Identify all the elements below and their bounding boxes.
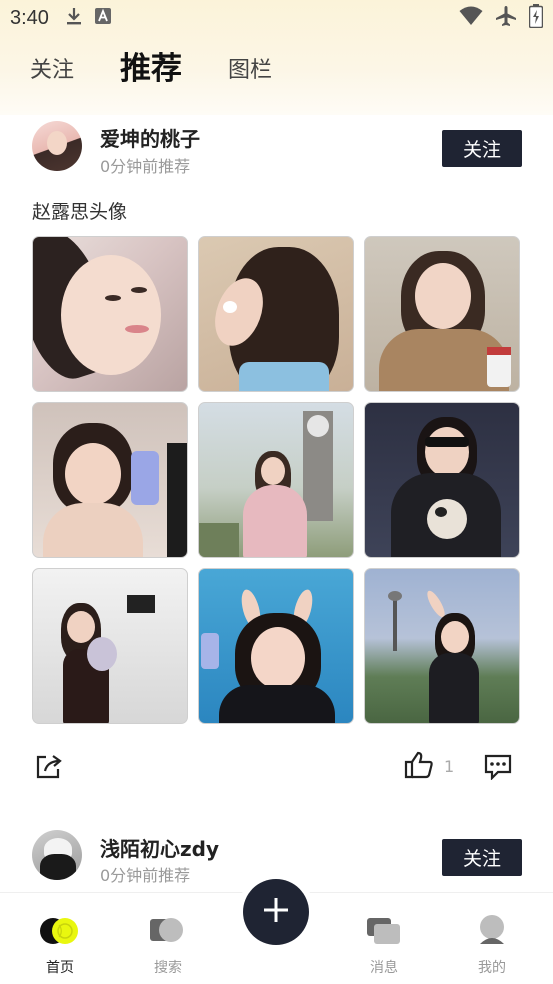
grid-image[interactable]: [32, 236, 188, 392]
grid-image[interactable]: [364, 236, 520, 392]
bottom-nav: 首页 搜索 消息 我的: [0, 879, 553, 984]
nav-home-label: 首页: [46, 960, 74, 976]
grid-image[interactable]: [32, 402, 188, 558]
nav-messages-label: 消息: [370, 960, 398, 976]
battery-icon: [528, 4, 544, 32]
post-caption: 赵露思头像: [32, 201, 128, 223]
search-icon: [128, 911, 208, 951]
post-author[interactable]: 浅陌初心zdy: [100, 833, 219, 862]
message-icon: [344, 911, 424, 951]
tab-gallery[interactable]: 图栏: [228, 52, 272, 94]
grid-image[interactable]: [364, 568, 520, 724]
tab-follow[interactable]: 关注: [30, 52, 74, 94]
nav-home[interactable]: 首页: [20, 911, 100, 977]
airplane-icon: [495, 5, 517, 31]
comment-icon[interactable]: [484, 754, 512, 784]
nav-search[interactable]: 搜索: [128, 911, 208, 977]
nav-messages[interactable]: 消息: [344, 911, 424, 977]
a-icon: [94, 8, 111, 28]
post-time: 0分钟前推荐: [100, 157, 191, 176]
avatar-face: [47, 131, 67, 155]
top-tabs: 关注 推荐 图栏: [0, 44, 272, 94]
like-count: 1: [444, 757, 455, 776]
post-time: 0分钟前推荐: [100, 866, 191, 885]
avatar[interactable]: [32, 121, 82, 171]
share-icon[interactable]: [36, 753, 64, 783]
add-post-button[interactable]: [243, 879, 309, 945]
home-icon: [20, 911, 100, 951]
like-icon[interactable]: [404, 751, 434, 783]
grid-image[interactable]: [198, 568, 354, 724]
follow-button[interactable]: 关注: [442, 130, 522, 167]
nav-profile[interactable]: 我的: [452, 911, 532, 977]
grid-image[interactable]: [364, 402, 520, 558]
grid-image[interactable]: [198, 402, 354, 558]
status-bar: 3:40: [0, 0, 553, 36]
nav-profile-label: 我的: [478, 960, 506, 976]
grid-image[interactable]: [32, 568, 188, 724]
tab-recommend[interactable]: 推荐: [120, 43, 182, 94]
status-time: 3:40: [10, 6, 49, 29]
follow-button[interactable]: 关注: [442, 839, 522, 876]
avatar[interactable]: [32, 830, 82, 880]
download-icon: [65, 6, 83, 30]
post-actions: 1: [0, 745, 553, 785]
nav-search-label: 搜索: [154, 960, 182, 976]
grid-image[interactable]: [198, 236, 354, 392]
plus-icon: [262, 896, 290, 928]
image-grid: [32, 236, 522, 726]
post-author[interactable]: 爱坤的桃子: [100, 123, 200, 152]
wifi-icon: [459, 6, 483, 30]
profile-icon: [452, 911, 532, 951]
